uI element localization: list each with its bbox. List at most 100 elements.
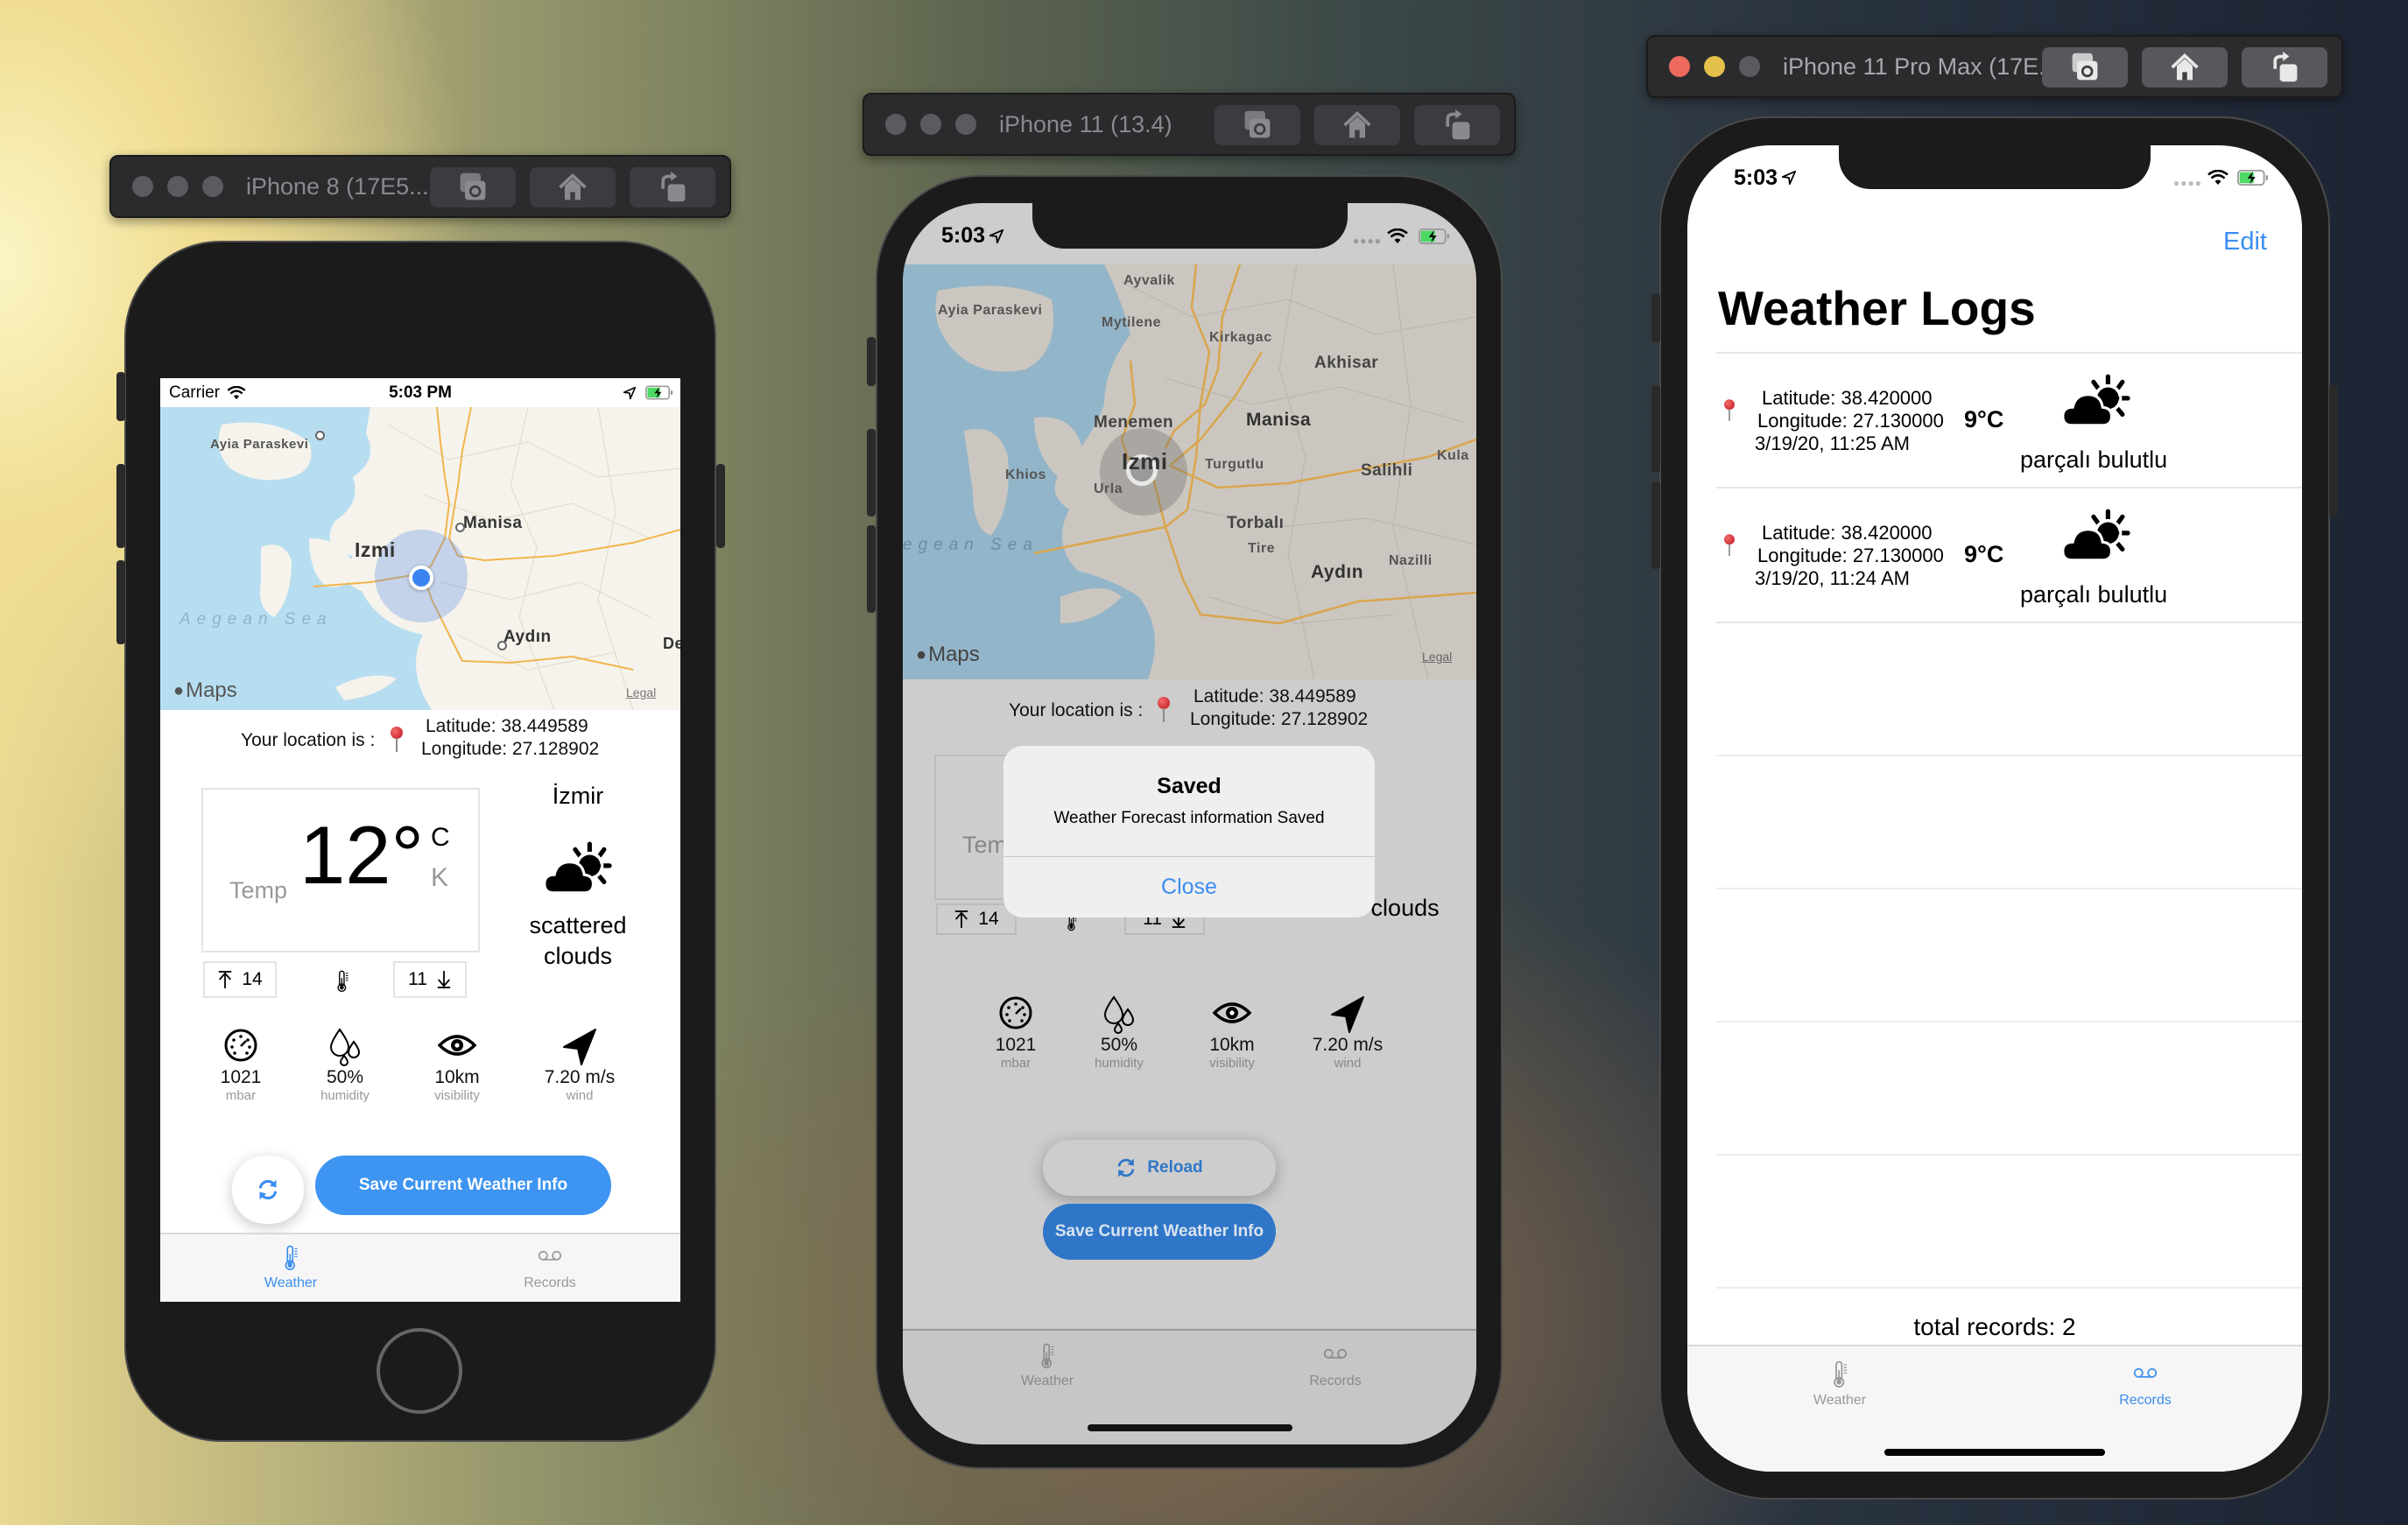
- map-label-de: De: [663, 635, 680, 652]
- metric-value: 1021: [995, 1035, 1037, 1055]
- unit-kelvin[interactable]: K: [431, 863, 448, 893]
- thermometer-icon: [335, 970, 349, 993]
- iphone8-screen: Carrier 5:03 PM Ayia Paraskevi Izmi Mani…: [160, 378, 680, 1302]
- rotate-button[interactable]: [2242, 47, 2327, 88]
- metric-pressure: 1021 mbar: [959, 995, 1073, 1071]
- home-button[interactable]: [1314, 105, 1400, 145]
- divider: [1716, 1021, 2302, 1023]
- camera-icon: [2069, 52, 2101, 83]
- edit-button[interactable]: Edit: [2223, 228, 2267, 257]
- minimize-window-button[interactable]: [1704, 56, 1725, 77]
- wifi-icon: [2207, 170, 2228, 186]
- map-label-aegean-sea: egean Sea: [903, 536, 1039, 554]
- save-weather-button[interactable]: Save Current Weather Info: [315, 1156, 611, 1215]
- tab-records[interactable]: Records: [489, 1247, 611, 1291]
- home-button[interactable]: [530, 167, 616, 207]
- pressure-gauge-icon: [223, 1028, 258, 1063]
- screenshot-button[interactable]: [1215, 105, 1300, 145]
- location-arrow-icon: [989, 228, 1004, 244]
- map-view[interactable]: Ayvalik Ayia Paraskevi Mytilene Kirkagac…: [903, 264, 1476, 679]
- thermometer-icon: [282, 1245, 299, 1271]
- screenshot-button[interactable]: [2042, 47, 2128, 88]
- voicemail-icon: [2133, 1364, 2158, 1383]
- home-indicator[interactable]: [1884, 1449, 2105, 1456]
- thermometer-icon: [1831, 1360, 1848, 1388]
- page-title: Weather Logs: [1718, 281, 2036, 335]
- map-legal-link[interactable]: Legal: [1422, 650, 1452, 664]
- maps-attribution[interactable]: ● Maps: [916, 643, 980, 667]
- zoom-window-button[interactable]: [1739, 56, 1760, 77]
- longitude-value: Longitude: 27.128902: [421, 739, 600, 759]
- map-label-turgutlu: Turgutlu: [1205, 457, 1264, 472]
- status-bar: Carrier 5:03 PM: [160, 378, 680, 407]
- maps-attribution[interactable]: ● Maps: [173, 678, 237, 703]
- alert-close-button[interactable]: Close: [1003, 856, 1375, 917]
- record-row[interactable]: Latitude: 38.420000 Longitude: 27.130000…: [1687, 488, 2302, 622]
- tab-records[interactable]: Records: [2084, 1364, 2207, 1409]
- tab-weather[interactable]: Weather: [1778, 1360, 1901, 1409]
- zoom-window-button[interactable]: [202, 176, 223, 197]
- record-row[interactable]: Latitude: 38.420000 Longitude: 27.130000…: [1687, 354, 2302, 487]
- rotate-button[interactable]: [1414, 105, 1500, 145]
- status-time: 5:03: [1734, 165, 1778, 190]
- battery-icon: [1419, 228, 1450, 245]
- metric-label: mbar: [1000, 1056, 1031, 1071]
- tab-weather[interactable]: Weather: [229, 1245, 352, 1291]
- reload-button[interactable]: Reload: [1043, 1140, 1276, 1196]
- apple-logo-icon: ●: [173, 680, 185, 700]
- home-indicator[interactable]: [1088, 1424, 1292, 1431]
- status-bar: 5:03 ●●●●: [903, 203, 1476, 269]
- home-button[interactable]: [2142, 47, 2228, 88]
- partly-cloudy-icon: [2060, 508, 2134, 566]
- map-city-marker: [497, 641, 507, 650]
- simulator-titlebar-iphone11[interactable]: iPhone 11 (13.4): [863, 93, 1516, 156]
- metric-humidity: 50% humidity: [1062, 995, 1176, 1071]
- mute-switch: [116, 372, 125, 421]
- minimize-window-button[interactable]: [920, 114, 941, 135]
- map-view[interactable]: Ayia Paraskevi Izmi Manisa Aegean Sea Ay…: [160, 407, 680, 710]
- arrow-up-icon: [217, 970, 233, 989]
- tab-records-label: Records: [1309, 1374, 1362, 1388]
- map-label-khios: Khios: [1005, 467, 1046, 482]
- tab-weather[interactable]: Weather: [986, 1343, 1109, 1389]
- record-latitude: Latitude: 38.420000: [1762, 522, 1933, 544]
- close-window-button[interactable]: [1669, 56, 1690, 77]
- tab-records-label: Records: [2119, 1393, 2172, 1408]
- metric-label: wind: [566, 1088, 594, 1103]
- save-weather-button[interactable]: Save Current Weather Info: [1043, 1204, 1276, 1260]
- map-legal-link[interactable]: Legal: [626, 685, 656, 699]
- physical-home-button[interactable]: [377, 1328, 462, 1414]
- map-label-manisa: Manisa: [463, 514, 523, 532]
- mute-switch: [1651, 293, 1660, 342]
- close-window-button[interactable]: [132, 176, 153, 197]
- location-arrow-icon: [1781, 170, 1797, 186]
- volume-down-button: [1651, 481, 1660, 569]
- signal-dots-icon: ●●●●: [1353, 235, 1382, 247]
- signal-dots-icon: ●●●●: [2173, 177, 2202, 189]
- zoom-window-button[interactable]: [955, 114, 976, 135]
- rotate-button[interactable]: [630, 167, 715, 207]
- unit-celsius[interactable]: C: [431, 823, 450, 853]
- record-longitude: Longitude: 27.130000: [1757, 545, 1944, 566]
- screenshot-button[interactable]: [430, 167, 516, 207]
- map-label-salihli: Salihli: [1361, 461, 1413, 480]
- record-longitude: Longitude: 27.130000: [1757, 410, 1944, 432]
- simulator-titlebar-iphone8[interactable]: iPhone 8 (17E5...: [109, 155, 731, 218]
- minimize-window-button[interactable]: [167, 176, 188, 197]
- volume-down-button: [867, 429, 876, 517]
- map-label-izmir: Izmi: [355, 538, 396, 561]
- metric-value: 10km: [1209, 1035, 1255, 1055]
- rotate-icon: [2269, 52, 2300, 83]
- tab-records[interactable]: Records: [1274, 1345, 1397, 1389]
- temp-label: Temp: [229, 877, 288, 903]
- close-window-button[interactable]: [885, 114, 906, 135]
- visibility-eye-icon: [1213, 995, 1251, 1030]
- simulator-titlebar-iphone11promax[interactable]: iPhone 11 Pro Max (17E...: [1646, 35, 2343, 98]
- metric-label: mbar: [225, 1088, 257, 1103]
- volume-down-button: [116, 560, 125, 644]
- map-label-ayia-paraskevi: Ayia Paraskevi: [210, 437, 309, 452]
- metric-label: visibility: [1209, 1056, 1255, 1071]
- arrow-down-icon: [436, 970, 452, 989]
- tab-weather-label: Weather: [1020, 1374, 1074, 1388]
- reload-button[interactable]: [232, 1156, 304, 1224]
